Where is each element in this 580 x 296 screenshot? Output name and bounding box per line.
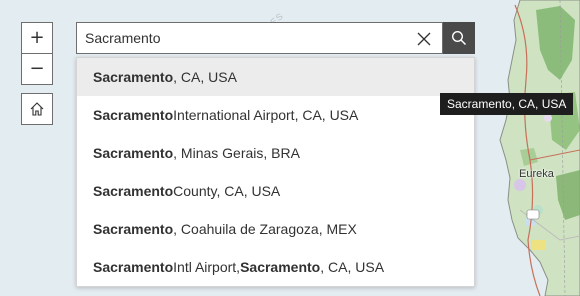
suggestion-match-text: Sacramento (93, 107, 174, 123)
suggestion-list: Sacramento, CA, USA Sacramento Internatio… (76, 57, 475, 287)
search-icon (451, 30, 467, 46)
suggestion-match-text: Sacramento (93, 145, 174, 161)
suggestion-item[interactable]: Sacramento, CA, USA (77, 58, 474, 96)
search-bar (76, 22, 475, 54)
home-icon (30, 102, 44, 116)
suggestion-match-text: Sacramento (93, 221, 174, 237)
suggestion-match-text: Sacramento (93, 259, 174, 275)
suggestion-item[interactable]: Sacramento Intl Airport, Sacramento, CA,… (77, 248, 474, 286)
suggestion-text: International Airport, CA, USA (173, 107, 359, 123)
clear-search-button[interactable] (414, 29, 434, 49)
suggestion-match-text: Sacramento (93, 69, 174, 85)
search-input[interactable] (77, 30, 377, 46)
search-button[interactable] (443, 22, 475, 54)
suggestion-text: , Coahuila de Zaragoza, MEX (173, 221, 357, 237)
suggestion-text: , CA, USA (173, 69, 237, 85)
plus-icon: + (29, 27, 45, 48)
suggestion-tooltip: Sacramento, CA, USA (440, 93, 574, 115)
suggestion-text: County, CA, USA (173, 183, 281, 199)
zoom-in-button[interactable]: + (21, 22, 53, 53)
map-label-eureka: Eureka (519, 168, 554, 180)
suggestion-item[interactable]: Sacramento County, CA, USA (77, 172, 474, 210)
minus-icon: − (29, 58, 45, 79)
suggestion-item[interactable]: Sacramento, Coahuila de Zaragoza, MEX (77, 210, 474, 248)
suggestion-text: , Minas Gerais, BRA (173, 145, 300, 161)
suggestion-match-text: Sacramento (240, 259, 321, 275)
suggestion-match-text: Sacramento (93, 183, 174, 199)
suggestion-text: Intl Airport, (173, 259, 241, 275)
close-icon (417, 32, 431, 46)
search-input-container (76, 22, 443, 54)
suggestion-item[interactable]: Sacramento International Airport, CA, US… (77, 96, 474, 134)
home-button[interactable] (21, 93, 53, 125)
suggestion-item[interactable]: Sacramento, Minas Gerais, BRA (77, 134, 474, 172)
search-widget: Sacramento, CA, USASacramento Internatio… (76, 22, 475, 287)
zoom-out-button[interactable]: − (21, 53, 53, 85)
suggestion-text: , CA, USA (320, 259, 385, 275)
